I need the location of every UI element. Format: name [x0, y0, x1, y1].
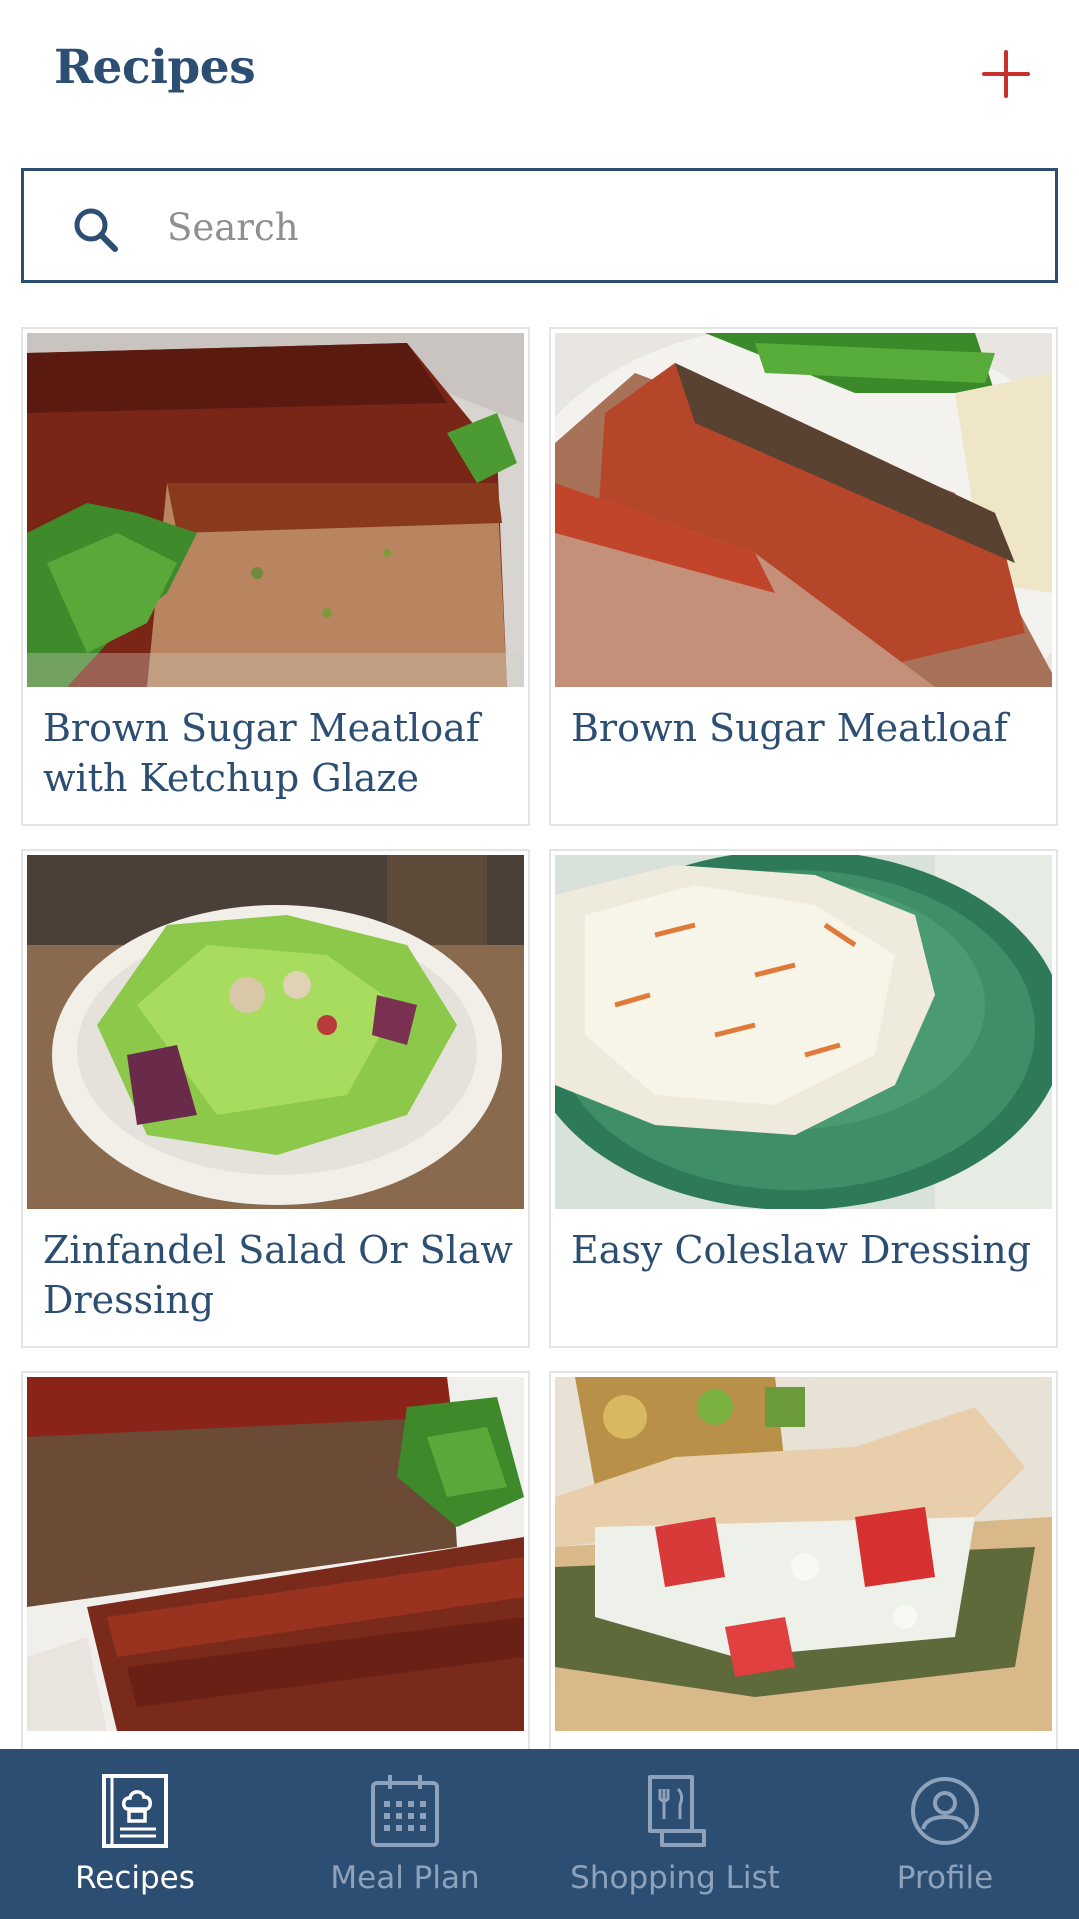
tab-meal-plan[interactable]: Meal Plan: [270, 1749, 540, 1919]
search-box[interactable]: [21, 168, 1058, 283]
tab-profile[interactable]: Profile: [810, 1749, 1079, 1919]
tab-recipes[interactable]: Recipes: [0, 1749, 270, 1919]
recipe-image-glazed-meatloaf-slices: [27, 1377, 524, 1731]
receipt-icon: [648, 1775, 706, 1847]
recipe-title: Zinfandel Salad Or Slaw Dressing: [43, 1228, 513, 1322]
recipe-title: Brown Sugar Meatloaf with Ketchup Glaze: [43, 706, 480, 800]
tab-shopping-list[interactable]: Shopping List: [540, 1749, 810, 1919]
tab-label: Shopping List: [570, 1860, 780, 1896]
tab-label: Recipes: [75, 1860, 195, 1896]
calendar-icon: [371, 1775, 439, 1847]
recipe-book-icon: [102, 1774, 168, 1848]
recipe-grid: Brown Sugar Meatloaf with Ketchup Glaze …: [21, 327, 1058, 1749]
recipe-title: Brown Sugar Meatloaf: [571, 706, 1008, 750]
recipe-card[interactable]: Brown Sugar Meatloaf: [549, 327, 1058, 826]
search-input[interactable]: [167, 193, 1027, 261]
plus-icon: [982, 50, 1030, 98]
recipe-card[interactable]: Zinfandel Salad Or Slaw Dressing: [21, 849, 530, 1348]
bottom-tab-bar: Recipes Meal Plan Shopping List Profile: [0, 1749, 1079, 1919]
search-icon: [74, 208, 118, 252]
recipe-card[interactable]: [549, 1371, 1058, 1749]
add-recipe-button[interactable]: [976, 44, 1036, 104]
recipe-card[interactable]: Brown Sugar Meatloaf with Ketchup Glaze: [21, 327, 530, 826]
tab-label: Meal Plan: [330, 1860, 480, 1896]
profile-icon: [911, 1777, 979, 1845]
header: Recipes: [0, 0, 1079, 150]
recipe-image-pita-wrap-with-tomato-and-feta: [555, 1377, 1052, 1731]
recipe-card[interactable]: [21, 1371, 530, 1749]
recipe-title: Easy Coleslaw Dressing: [571, 1228, 1032, 1272]
page-title: Recipes: [54, 40, 256, 95]
recipe-card[interactable]: Easy Coleslaw Dressing: [549, 849, 1058, 1348]
tab-label: Profile: [896, 1860, 994, 1896]
recipe-image-sliced-meatloaf-with-green-beans: [555, 333, 1052, 687]
recipe-image-coleslaw-on-green-plate: [555, 855, 1052, 1209]
recipe-image-meatloaf-with-parsley: [27, 333, 524, 687]
recipe-image-green-salad-bowl: [27, 855, 524, 1209]
